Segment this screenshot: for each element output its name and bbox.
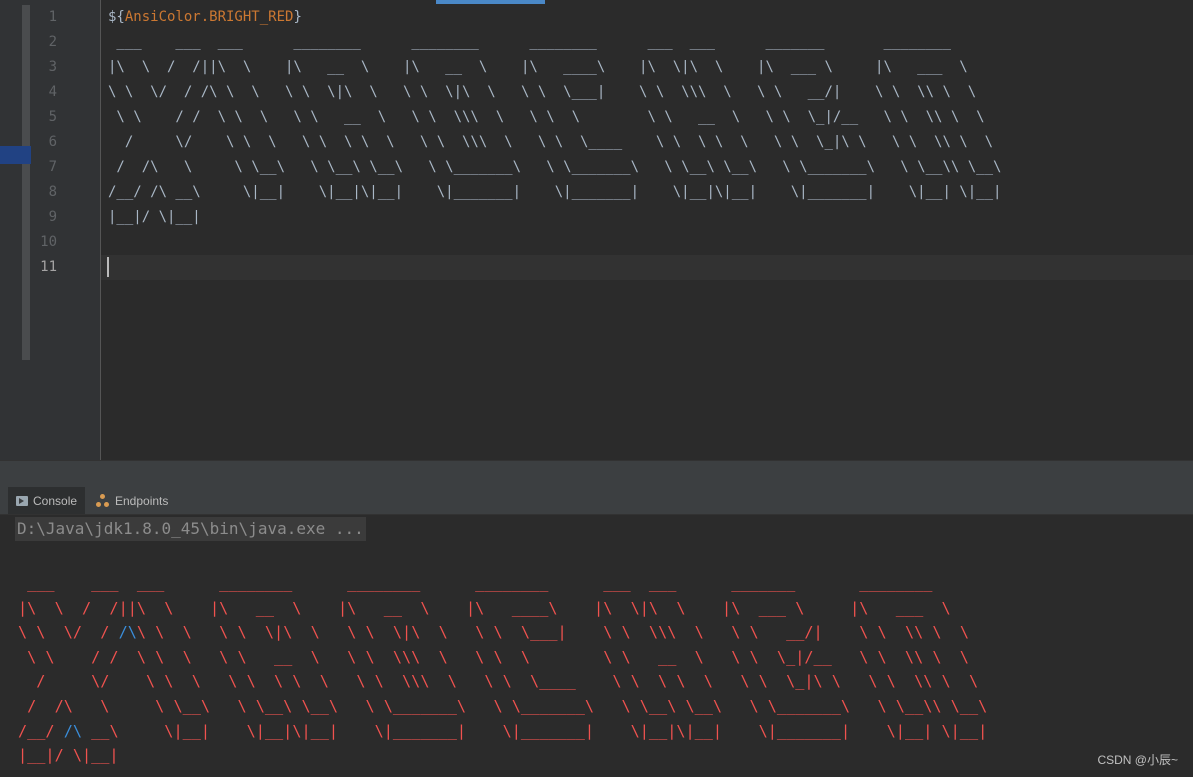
bookmark-marker [0,146,31,164]
banner-glyph-highlight: /\ [118,623,137,642]
line-number: 8 [48,184,57,200]
banner-line: __\ \|__| \|__|\|__| \|_______| \|______… [82,721,988,740]
banner-line: ___ ___ ___ ________ ________ ________ _… [18,574,933,592]
line-number: 5 [48,109,57,125]
line-number: 1 [48,9,57,25]
banner-line: \ \ \ \ \ \|\ \ \ \ \|\ \ \ \ \___| \ \ … [136,623,969,642]
watermark: CSDN @小辰~ [1097,753,1178,767]
template-prefix: ${ [108,9,125,25]
code-text[interactable]: ${AnsiColor.BRIGHT_RED} ___ ___ ___ ____… [108,5,1018,230]
ascii-art-source: ___ ___ ___ ________ ________ ________ _… [108,34,1002,225]
line-number: 4 [48,84,57,100]
banner-line: / \/ \ \ \ \ \ \ \ \ \ \ \\\ \ \ \ \____… [18,672,979,691]
startup-banner: ___ ___ ___ ________ ________ ________ _… [18,571,987,768]
panel-splitter[interactable] [0,460,1193,488]
line-number: 6 [48,134,57,150]
banner-line: / /\ \ \ \__\ \ \__\ \__\ \ \_______\ \ … [18,696,988,715]
tab-console[interactable]: Console [8,487,86,514]
banner-line: |\ \ / /||\ \ |\ __ \ |\ __ \ |\ ____\ |… [18,598,951,617]
template-suffix: } [293,9,302,25]
tab-console-label: Console [33,493,78,508]
tab-endpoints-label: Endpoints [115,493,169,508]
banner-line: \ \ / / \ \ \ \ \ __ \ \ \ \\\ \ \ \ \ \… [18,647,969,666]
text-caret [107,257,109,277]
tab-endpoints[interactable]: Endpoints [92,487,172,514]
left-scrollbar[interactable] [22,5,30,360]
run-command[interactable]: D:\Java\jdk1.8.0_45\bin\java.exe ... [15,517,366,541]
console-output[interactable]: D:\Java\jdk1.8.0_45\bin\java.exe ... ___… [0,515,1193,777]
endpoints-icon [96,493,110,508]
line-number-gutter: 1 2 3 4 5 6 7 8 9 10 11 [31,0,101,460]
ansi-color-key: AnsiColor.BRIGHT_RED [124,9,294,25]
line-number-active: 11 [40,259,57,275]
line-number: 3 [48,59,57,75]
banner-line: \ \ \/ / [18,623,119,642]
line-number: 7 [48,159,57,175]
current-line-highlight [101,255,1193,280]
banner-line: /__/ [18,721,64,740]
active-tab-indicator [436,0,545,4]
line-number: 2 [48,34,57,50]
line-number: 9 [48,209,57,225]
banner-glyph-highlight: /\ [63,721,83,740]
line-number: 10 [40,234,57,250]
banner-line: |__|/ \|__| [18,746,119,765]
structure-strip [0,0,31,460]
console-icon [16,495,28,506]
tool-window-tabs: Console Endpoints [0,487,1193,515]
code-editor[interactable]: 1 2 3 4 5 6 7 8 9 10 11 ${AnsiColor.BRIG… [0,0,1193,460]
